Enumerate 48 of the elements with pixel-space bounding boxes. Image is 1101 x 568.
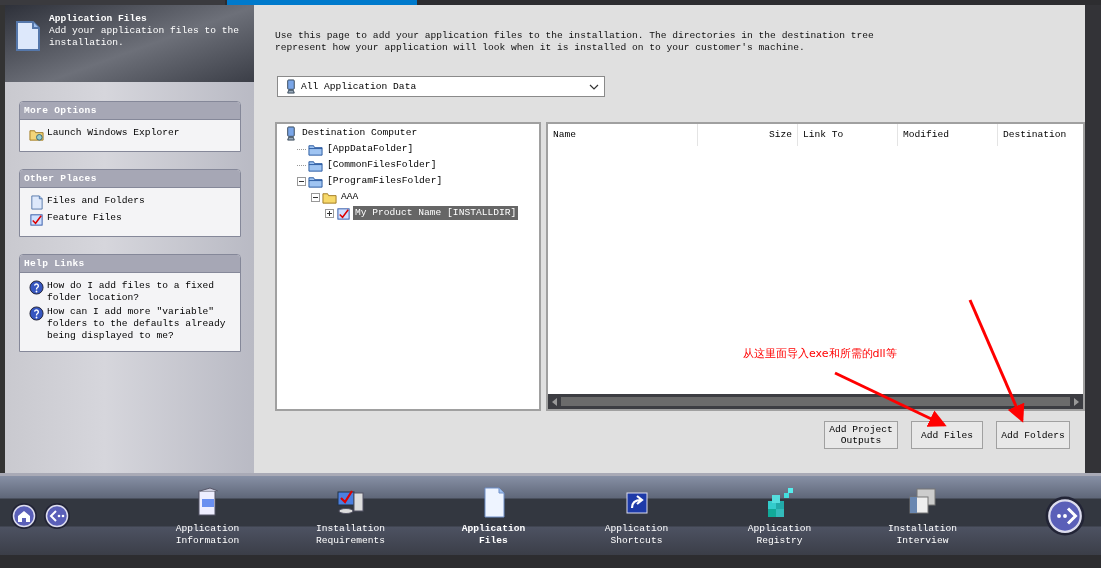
- column-header[interactable]: Name: [548, 124, 698, 146]
- sidebar-link[interactable]: Feature Files: [29, 212, 238, 227]
- panel-title: More Options: [20, 102, 240, 120]
- tree-item[interactable]: [AppDataFolder]: [325, 142, 416, 156]
- wizard-step[interactable]: Application Files: [422, 486, 565, 547]
- help-icon: [29, 306, 44, 321]
- tree-item[interactable]: Destination Computer: [300, 126, 420, 140]
- page-title: Application Files: [49, 13, 148, 25]
- tree-item[interactable]: My Product Name [INSTALLDIR]: [353, 206, 519, 220]
- column-header[interactable]: Size: [698, 124, 798, 146]
- feature-icon: [29, 212, 44, 227]
- tree-item[interactable]: [CommonFilesFolder]: [325, 158, 439, 172]
- panel-title: Other Places: [20, 170, 240, 188]
- column-header[interactable]: Destination: [998, 124, 1083, 146]
- expander-icon[interactable]: [297, 176, 306, 186]
- feature-icon: [336, 205, 351, 221]
- data-dropdown[interactable]: All Application Data: [277, 76, 605, 97]
- action-button[interactable]: Add Project Outputs: [824, 421, 898, 449]
- home-button[interactable]: [10, 501, 38, 530]
- back-button[interactable]: [43, 501, 71, 530]
- expander-icon[interactable]: [325, 208, 334, 218]
- sidebar-link[interactable]: How can I add more "variable" folders to the defaults already being displayed to me?: [29, 306, 238, 342]
- wizard-step[interactable]: Application Shortcuts: [565, 486, 708, 547]
- wizard-step[interactable]: Application Information: [136, 486, 279, 547]
- next-button[interactable]: [1044, 494, 1086, 537]
- column-header[interactable]: Link To: [798, 124, 898, 146]
- sidebar-link[interactable]: Files and Folders: [29, 195, 238, 210]
- expander-icon[interactable]: [311, 192, 320, 202]
- file-icon: [29, 195, 44, 210]
- wizard-step[interactable]: Application Registry: [708, 486, 851, 547]
- action-button[interactable]: Add Folders: [996, 421, 1070, 449]
- wizard-step[interactable]: Installation Requirements: [279, 486, 422, 547]
- help-icon: [29, 280, 44, 295]
- vertical-scrollbar[interactable]: [1085, 5, 1101, 473]
- panel-title: Help Links: [20, 255, 240, 273]
- sidebar-link[interactable]: Launch Windows Explorer: [29, 127, 238, 142]
- description-text: Use this page to add your application files to the installation. The directories in the destination tree represent how your application will look when it is installed on to your customer's machine.: [275, 30, 875, 54]
- column-header[interactable]: Modified: [898, 124, 998, 146]
- wizard-step[interactable]: Installation Interview: [851, 486, 994, 547]
- action-button[interactable]: Add Files: [911, 421, 983, 449]
- tree-item[interactable]: [ProgramFilesFolder]: [325, 174, 445, 188]
- folder-icon: [29, 127, 44, 142]
- tree-item[interactable]: AAA: [339, 190, 361, 204]
- sidebar-link[interactable]: How do I add files to a fixed folder location?: [29, 280, 238, 304]
- caret-icon: [589, 83, 599, 90]
- annotation-text: 从这里面导入exe和所需的dll等: [743, 346, 897, 361]
- page-subtitle: Add your application files to the installation.: [49, 25, 240, 49]
- horizontal-scrollbar[interactable]: [548, 394, 1083, 409]
